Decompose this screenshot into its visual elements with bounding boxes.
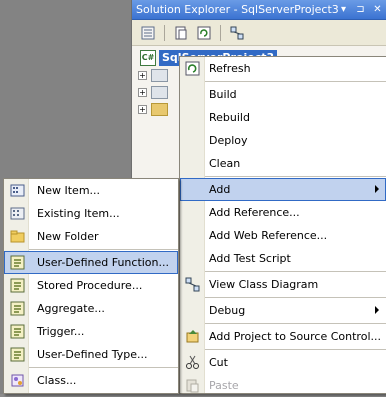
menu-item-label: Existing Item...	[37, 207, 120, 220]
menu-separator	[4, 367, 178, 368]
trigger-icon	[9, 323, 25, 339]
menu-item-deploy[interactable]: Deploy	[180, 129, 386, 152]
expand-icon[interactable]: +	[138, 71, 147, 80]
menu-item-build[interactable]: Build	[180, 83, 386, 106]
menu-item-clean[interactable]: Clean	[180, 152, 386, 175]
submenu-item-new-folder[interactable]: New Folder	[4, 225, 178, 248]
class-diagram-icon	[184, 276, 200, 292]
menu-item-add[interactable]: Add	[180, 178, 386, 201]
menu-item-add-web-reference[interactable]: Add Web Reference...	[180, 224, 386, 247]
menu-item-debug[interactable]: Debug	[180, 299, 386, 322]
menu-item-label: User-Defined Type...	[37, 348, 148, 361]
menu-item-label: Cut	[209, 356, 228, 369]
menu-item-label: Trigger...	[37, 325, 85, 338]
view-class-diagram-button[interactable]	[227, 23, 247, 43]
refresh-icon	[184, 60, 200, 76]
menu-item-label: New Item...	[37, 184, 101, 197]
menu-item-label: Paste	[209, 379, 239, 392]
properties-icon	[141, 26, 155, 39]
submenu-arrow-icon	[375, 306, 379, 314]
close-button[interactable]: ✕	[371, 0, 384, 19]
stored-procedure-icon	[9, 277, 25, 293]
project-context-menu: Refresh Build Rebuild Deploy Clean Add A…	[179, 56, 386, 394]
panel-toolbar	[132, 20, 386, 46]
menu-item-refresh[interactable]: Refresh	[180, 57, 386, 80]
submenu-item-aggregate[interactable]: Aggregate...	[4, 297, 178, 320]
user-defined-function-icon	[9, 254, 25, 270]
auto-hide-button[interactable]: ⊐	[354, 0, 367, 19]
menu-item-add-reference[interactable]: Add Reference...	[180, 201, 386, 224]
paste-icon	[184, 377, 200, 393]
menu-item-label: Aggregate...	[37, 302, 105, 315]
folder-icon	[151, 103, 168, 116]
csharp-project-icon: C#	[140, 50, 156, 66]
menu-item-view-class-diagram[interactable]: View Class Diagram	[180, 273, 386, 296]
menu-item-cut[interactable]: Cut	[180, 351, 386, 374]
submenu-item-new-item[interactable]: New Item...	[4, 179, 178, 202]
properties-button[interactable]	[138, 23, 158, 43]
menu-item-label: Add	[209, 183, 231, 196]
menu-item-label: Class...	[37, 374, 77, 387]
menu-separator	[4, 249, 178, 250]
references-icon	[151, 86, 168, 99]
show-all-files-icon	[175, 26, 187, 39]
tree-node-folder[interactable]: +	[138, 103, 168, 116]
class-icon	[9, 372, 25, 388]
menu-item-label: Debug	[209, 304, 246, 317]
submenu-item-user-defined-type[interactable]: User-Defined Type...	[4, 343, 178, 366]
panel-title: Solution Explorer - SqlServerProject3	[136, 3, 339, 16]
panel-title-bar: Solution Explorer - SqlServerProject3 ▾ …	[132, 0, 386, 20]
new-item-icon	[9, 182, 25, 198]
scissors-icon	[184, 354, 200, 370]
submenu-item-stored-procedure[interactable]: Stored Procedure...	[4, 274, 178, 297]
menu-item-label: Add Web Reference...	[209, 229, 328, 242]
menu-separator	[180, 176, 386, 177]
menu-separator	[180, 349, 386, 350]
expand-icon[interactable]: +	[138, 88, 147, 97]
view-class-diagram-icon	[230, 26, 244, 39]
menu-item-label: New Folder	[37, 230, 99, 243]
show-all-files-button[interactable]	[171, 23, 191, 43]
user-defined-type-icon	[9, 346, 25, 362]
menu-separator	[180, 81, 386, 82]
menu-item-label: Add Test Script	[209, 252, 291, 265]
menu-item-label: Stored Procedure...	[37, 279, 143, 292]
menu-item-label: Refresh	[209, 62, 251, 75]
menu-item-label: Add Project to Source Control...	[209, 330, 381, 343]
refresh-button[interactable]	[194, 23, 214, 43]
menu-item-label: Build	[209, 88, 237, 101]
toolbar-separator	[220, 24, 221, 41]
menu-item-label: Deploy	[209, 134, 248, 147]
source-control-icon	[184, 328, 200, 344]
submenu-item-user-defined-function[interactable]: User-Defined Function...	[4, 251, 178, 274]
refresh-icon	[197, 26, 211, 39]
submenu-item-existing-item[interactable]: Existing Item...	[4, 202, 178, 225]
menu-separator	[180, 271, 386, 272]
tree-node-references[interactable]: +	[138, 86, 168, 99]
menu-item-label: View Class Diagram	[209, 278, 319, 291]
menu-item-label: Add Reference...	[209, 206, 300, 219]
menu-item-label: Clean	[209, 157, 241, 170]
tree-node-properties[interactable]: +	[138, 69, 168, 82]
properties-folder-icon	[151, 69, 168, 82]
menu-item-add-to-source-control[interactable]: Add Project to Source Control...	[180, 325, 386, 348]
menu-item-label: Rebuild	[209, 111, 250, 124]
aggregate-icon	[9, 300, 25, 316]
menu-separator	[180, 297, 386, 298]
submenu-item-class[interactable]: Class...	[4, 369, 178, 392]
window-position-button[interactable]: ▾	[337, 0, 350, 19]
menu-item-label: User-Defined Function...	[37, 256, 169, 269]
toolbar-separator	[164, 24, 165, 41]
menu-separator	[180, 323, 386, 324]
submenu-arrow-icon	[375, 185, 379, 193]
menu-item-add-test-script[interactable]: Add Test Script	[180, 247, 386, 270]
expand-icon[interactable]: +	[138, 105, 147, 114]
new-folder-icon	[9, 228, 25, 244]
menu-item-rebuild[interactable]: Rebuild	[180, 106, 386, 129]
existing-item-icon	[9, 205, 25, 221]
submenu-item-trigger[interactable]: Trigger...	[4, 320, 178, 343]
add-submenu: New Item... Existing Item... New Folder …	[3, 178, 179, 394]
